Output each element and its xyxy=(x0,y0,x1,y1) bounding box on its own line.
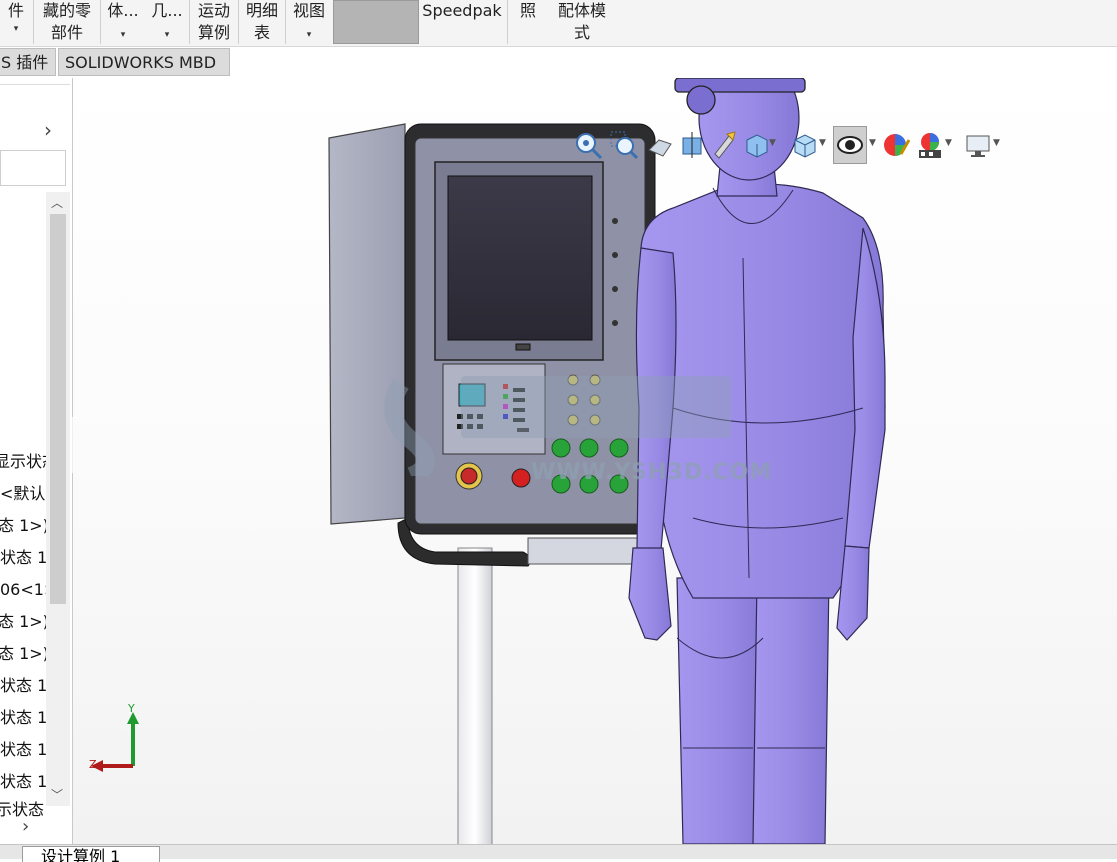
chevron-down-icon: ▾ xyxy=(306,30,312,40)
reference-triad xyxy=(91,712,139,772)
zoom-to-area-icon[interactable] xyxy=(607,126,641,164)
triad-y-label: Y xyxy=(128,702,135,715)
control-panel xyxy=(442,363,546,455)
chevron-down-icon: ▾ xyxy=(120,30,126,40)
tree-item[interactable]: 态 1>) xyxy=(0,516,49,536)
ribbon-label: 式 xyxy=(573,23,590,42)
zoom-to-fit-icon[interactable] xyxy=(571,126,605,164)
chevron-down-icon: ▾ xyxy=(13,24,19,34)
monitor-screen xyxy=(447,175,593,341)
ribbon-button-envelope-mode[interactable]: 配体模 式 xyxy=(550,0,614,44)
ribbon-label: 几... xyxy=(151,1,183,20)
chevron-down-icon[interactable]: ▼ xyxy=(869,138,876,148)
tree-item[interactable]: 状态 1 xyxy=(0,548,47,568)
chevron-down-icon[interactable]: ▼ xyxy=(945,138,952,148)
ribbon-label: 部件 xyxy=(50,23,83,42)
red-pushbutton xyxy=(511,468,531,488)
scroll-down-icon[interactable]: ﹀ xyxy=(51,786,63,803)
tree-item[interactable]: 状态 1 xyxy=(0,708,47,728)
ribbon-label: 表 xyxy=(253,23,270,42)
ribbon-button-speedpak[interactable]: Speedpak xyxy=(420,0,504,44)
scrollbar-thumb[interactable] xyxy=(50,214,66,604)
tree-item[interactable]: 状态 1 xyxy=(0,740,47,760)
ribbon-button-show-hidden[interactable]: 藏的零 部件 xyxy=(38,0,96,44)
ribbon-label: 体... xyxy=(107,1,139,20)
chevron-right-icon[interactable]: › xyxy=(44,118,52,142)
tab-addins[interactable]: S 插件 xyxy=(0,48,56,76)
graphics-area[interactable]: WWW.YSH3D.COM Y Z ▼ ▼ ▼ ▼ ▼ xyxy=(73,78,1117,844)
watermark-url: WWW.YSH3D.COM xyxy=(531,460,773,485)
tree-item[interactable]: 状态 1 xyxy=(0,772,47,792)
previous-view-icon[interactable] xyxy=(643,126,677,164)
cabinet-side xyxy=(328,123,406,525)
view-settings-icon[interactable] xyxy=(961,126,995,164)
ribbon-label: 运动 xyxy=(197,1,230,20)
dynamic-annotation-icon[interactable] xyxy=(707,126,741,164)
section-view-icon[interactable] xyxy=(675,126,709,164)
ribbon-label: 明细 xyxy=(245,1,278,20)
bottom-tab-bar: 设计算例 1 xyxy=(0,844,1117,862)
triad-z-label: Z xyxy=(89,758,97,771)
tree-item[interactable]: 态 1>) xyxy=(0,612,49,632)
cabinet-bracket xyxy=(527,537,649,565)
ribbon-label: 配体模 xyxy=(557,1,606,20)
ribbon-label: 照 xyxy=(519,1,536,20)
command-ribbon: 件 ▾ 藏的零 部件 体... ▾ 几... ▾ 运动 算例 明细 表 视图 ▾… xyxy=(0,0,1117,47)
ribbon-button-snapshot[interactable]: 照 xyxy=(514,0,542,44)
tab-study[interactable]: 设计算例 1 xyxy=(22,846,160,862)
scroll-up-icon[interactable]: ︿ xyxy=(51,194,63,211)
chevron-down-icon: ▾ xyxy=(164,30,170,40)
filter-input[interactable] xyxy=(0,150,66,186)
ribbon-label: 算例 xyxy=(197,23,230,42)
chevron-right-icon[interactable]: › xyxy=(22,816,29,837)
ribbon-label: Speedpak xyxy=(422,1,502,20)
emergency-stop-button xyxy=(460,467,478,485)
ribbon-button-active[interactable] xyxy=(333,0,419,44)
ribbon-button-component[interactable]: 件 ▾ xyxy=(0,0,32,44)
tree-scrollbar[interactable]: ︿ ﹀ xyxy=(46,192,70,806)
tree-item[interactable]: 状态 1 xyxy=(0,676,47,696)
tree-item[interactable]: <默认 xyxy=(0,484,45,504)
chevron-down-icon[interactable]: ▼ xyxy=(769,138,776,148)
hmi-display xyxy=(458,383,486,407)
display-style-icon[interactable] xyxy=(787,126,821,164)
ribbon-label: 藏的零 xyxy=(42,1,91,20)
hide-show-items-icon[interactable] xyxy=(833,126,867,164)
chevron-down-icon[interactable]: ▼ xyxy=(819,138,826,148)
apply-scene-icon[interactable] xyxy=(913,126,947,164)
tab-solidworks-mbd[interactable]: SOLIDWORKS MBD xyxy=(58,48,230,76)
ribbon-button-bom[interactable]: 明细 表 xyxy=(242,0,282,44)
stand-pole xyxy=(457,547,493,844)
ribbon-button-geometry[interactable]: 几... ▾ xyxy=(148,0,186,44)
ribbon-label: 件 xyxy=(7,1,24,20)
tree-item[interactable]: 态 1>) xyxy=(0,644,49,664)
view-orientation-icon[interactable] xyxy=(739,126,773,164)
edit-appearance-icon[interactable] xyxy=(879,126,913,164)
chevron-down-icon[interactable]: ▼ xyxy=(993,138,1000,148)
ribbon-label: 视图 xyxy=(292,1,325,20)
heads-up-view-toolbar: ▼ ▼ ▼ ▼ ▼ xyxy=(576,126,1117,166)
ribbon-button-body[interactable]: 体... ▾ xyxy=(104,0,142,44)
ribbon-button-view[interactable]: 视图 ▾ xyxy=(289,0,329,44)
ribbon-button-motion-study[interactable]: 运动 算例 xyxy=(194,0,234,44)
feature-manager-panel: › 显示状态 <默认 态 1>) 状态 1 06<1> 态 1>) 态 1>) … xyxy=(0,78,73,858)
